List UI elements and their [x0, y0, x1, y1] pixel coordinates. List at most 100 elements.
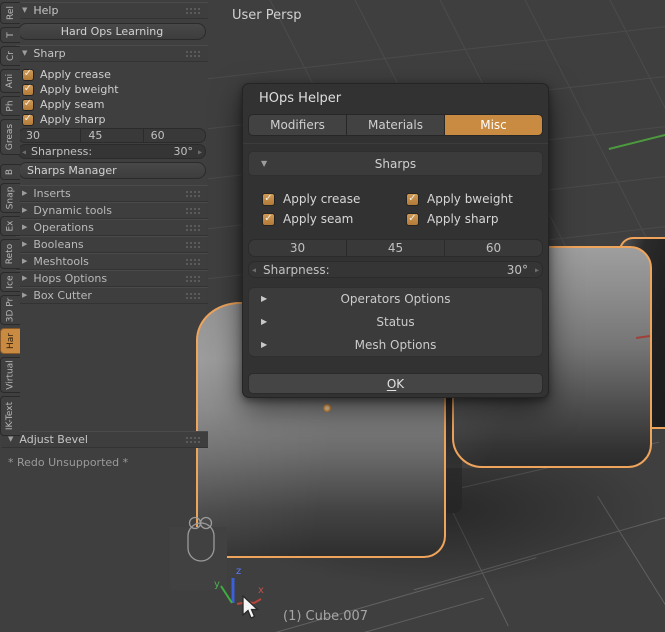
tab-ani[interactable]: Ani: [0, 69, 20, 93]
drag-grip-icon[interactable]: [185, 224, 202, 231]
adjust-bevel-panel-header[interactable]: ▼ Adjust Bevel: [2, 431, 208, 448]
check-icon: ✓: [23, 98, 33, 109]
help-panel-header[interactable]: ▼ Help: [16, 2, 208, 19]
operators-options-section-header[interactable]: ▶ Operators Options: [249, 288, 542, 311]
sharpness-slider-label: Sharpness:: [263, 262, 330, 277]
sharpness-preset-group: 30 45 60: [18, 128, 206, 143]
expand-icon: ▶: [22, 240, 28, 248]
checkbox-checked[interactable]: ✓: [22, 113, 34, 126]
sharp-panel-header[interactable]: ▼ Sharp: [16, 45, 208, 62]
check-icon: ✓: [23, 68, 33, 79]
drag-grip-icon[interactable]: [185, 258, 202, 265]
tab-snap[interactable]: Snap: [0, 183, 20, 213]
active-object-label: (1) Cube.007: [283, 609, 369, 624]
toolshelf-tab-strip: Rel T Cr Ani Ph Greas B Snap Ex Reto Ice…: [0, 2, 20, 436]
tab-ex[interactable]: Ex: [0, 216, 20, 236]
slider-right-arrow-icon[interactable]: ▸: [535, 265, 539, 274]
sharpness-slider-value: 30°: [506, 262, 528, 277]
tab-modifiers[interactable]: Modifiers: [249, 115, 347, 135]
check-icon: ✓: [23, 83, 33, 94]
check-icon: ✓: [264, 192, 273, 204]
drag-grip-icon[interactable]: [185, 436, 202, 443]
inserts-panel-header[interactable]: ▶ Inserts: [16, 185, 208, 202]
checkbox-checked[interactable]: ✓: [406, 212, 419, 226]
apply-crease-checkbox-row[interactable]: ✓ Apply crease: [262, 192, 360, 206]
checkbox-checked[interactable]: ✓: [406, 192, 419, 206]
apply-sharp-checkbox-row[interactable]: ✓ Apply sharp: [22, 113, 106, 126]
tab-hard-ops[interactable]: Har: [0, 328, 20, 354]
slider-left-arrow-icon[interactable]: ◂: [22, 147, 26, 156]
ok-button[interactable]: OK: [248, 373, 543, 394]
tab-3d-print[interactable]: 3D Pr: [0, 295, 20, 325]
tab-ik-text[interactable]: IK-Text: [0, 396, 20, 436]
drag-grip-icon[interactable]: [185, 190, 202, 197]
dialog-title: HOps Helper: [259, 91, 342, 106]
status-section-header[interactable]: ▶ Status: [249, 311, 542, 334]
drag-grip-icon[interactable]: [185, 50, 202, 57]
check-icon: ✓: [408, 212, 417, 224]
meshtools-panel-header[interactable]: ▶ Meshtools: [16, 253, 208, 270]
tab-rel[interactable]: Rel: [0, 2, 20, 24]
booleans-panel-header[interactable]: ▶ Booleans: [16, 236, 208, 253]
preset-30-button[interactable]: 30: [249, 240, 347, 256]
apply-sharp-checkbox-row[interactable]: ✓ Apply sharp: [406, 212, 498, 226]
adjust-bevel-title: Adjust Bevel: [19, 433, 88, 446]
checkbox-checked[interactable]: ✓: [22, 83, 34, 96]
expand-icon: ▶: [22, 257, 28, 265]
tab-b[interactable]: B: [0, 164, 20, 180]
expand-icon: ▶: [261, 317, 268, 326]
operations-panel-header[interactable]: ▶ Operations: [16, 219, 208, 236]
apply-seam-checkbox-row[interactable]: ✓ Apply seam: [22, 98, 105, 111]
tab-materials[interactable]: Materials: [347, 115, 445, 135]
dynamic-tools-panel-header[interactable]: ▶ Dynamic tools: [16, 202, 208, 219]
collapsed-sections-group: ▶ Operators Options ▶ Status ▶ Mesh Opti…: [248, 287, 543, 357]
expand-icon: ▶: [22, 223, 28, 231]
checkbox-checked[interactable]: ✓: [262, 212, 275, 226]
dialog-tab-row: Modifiers Materials Misc: [248, 114, 543, 136]
mesh-options-section-header[interactable]: ▶ Mesh Options: [249, 333, 542, 356]
checkbox-checked[interactable]: ✓: [22, 98, 34, 111]
axis-y-label: y: [214, 579, 220, 590]
collapse-icon: ▼: [261, 158, 268, 168]
preset-60-button[interactable]: 60: [144, 129, 205, 142]
preset-45-button[interactable]: 45: [81, 129, 144, 142]
tab-reto[interactable]: Reto: [0, 239, 20, 269]
sharpness-slider[interactable]: ◂ Sharpness: 30° ▸: [248, 261, 543, 278]
hard-ops-learning-button[interactable]: Hard Ops Learning: [18, 23, 206, 40]
tab-t[interactable]: T: [0, 27, 20, 43]
dialog-separator: [243, 143, 548, 144]
box-cutter-panel-header[interactable]: ▶ Box Cutter: [16, 287, 208, 304]
slider-right-arrow-icon[interactable]: ▸: [198, 147, 202, 156]
sharps-section-header[interactable]: ▼ Sharps: [248, 151, 543, 176]
tab-virtual[interactable]: Virtual: [0, 357, 20, 393]
checkbox-checked[interactable]: ✓: [22, 68, 34, 81]
hops-options-panel-header[interactable]: ▶ Hops Options: [16, 270, 208, 287]
tab-ph[interactable]: Ph: [0, 96, 20, 116]
tab-greas[interactable]: Greas: [0, 119, 20, 155]
sharpness-slider[interactable]: ◂ Sharpness: 30° ▸: [18, 144, 206, 159]
apply-bweight-checkbox-row[interactable]: ✓ Apply bweight: [406, 192, 513, 206]
apply-seam-checkbox-row[interactable]: ✓ Apply seam: [262, 212, 353, 226]
drag-grip-icon[interactable]: [185, 7, 202, 14]
sharps-manager-button[interactable]: Sharps Manager: [18, 162, 206, 179]
drag-grip-icon[interactable]: [185, 275, 202, 282]
drag-grip-icon[interactable]: [185, 207, 202, 214]
checkbox-checked[interactable]: ✓: [262, 192, 275, 206]
view-perspective-label: User Persp: [232, 8, 302, 23]
tab-misc[interactable]: Misc: [445, 115, 542, 135]
apply-crease-checkbox-row[interactable]: ✓ Apply crease: [22, 68, 111, 81]
tab-cr[interactable]: Cr: [0, 46, 20, 66]
apply-bweight-checkbox-row[interactable]: ✓ Apply bweight: [22, 83, 119, 96]
expand-icon: ▶: [22, 189, 28, 197]
drag-grip-icon[interactable]: [185, 292, 202, 299]
slider-left-arrow-icon[interactable]: ◂: [252, 265, 256, 274]
preset-60-button[interactable]: 60: [445, 240, 542, 256]
blender-window: User Persp (1) Cube.007 z y x Rel T Cr A…: [0, 0, 665, 632]
preset-45-button[interactable]: 45: [347, 240, 445, 256]
mouse-cursor-icon: [242, 595, 260, 619]
expand-icon: ▶: [22, 291, 28, 299]
drag-grip-icon[interactable]: [185, 241, 202, 248]
preset-30-button[interactable]: 30: [19, 129, 82, 142]
tab-ice[interactable]: Ice: [0, 272, 20, 292]
check-icon: ✓: [23, 113, 33, 124]
